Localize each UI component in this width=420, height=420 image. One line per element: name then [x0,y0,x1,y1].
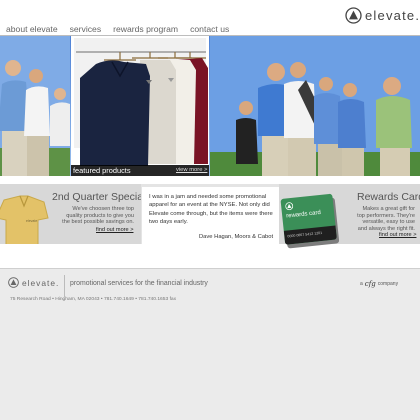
card-label: rewards card [285,209,322,220]
footer-divider [0,268,420,269]
hero-photo-collage [0,36,420,176]
hero-banner [0,36,420,176]
featured-products-label: featured products [73,166,131,175]
golfers-group-photo [210,36,420,176]
rewards-card-title: Rewards Card [357,191,420,203]
parent-company: a cfg company [360,280,398,288]
card-logo-icon [285,202,294,211]
rewards-card-find-out-more[interactable]: find out more > [379,232,416,238]
footer-brand-name: elevate. [22,277,60,288]
quarter-special-description: We've choosen three top quality products… [62,206,134,226]
testimonial-author: Dave Hagan, Moors & Cabot [199,234,274,240]
footer [0,268,420,420]
brand-name: elevate. [365,8,420,23]
parent-suffix: company [377,281,399,287]
rewards-card-description: Makes a great gift for top performers. T… [357,206,415,232]
featured-shirts-photo [71,36,209,176]
header: about elevate services rewards program c… [0,0,420,36]
logo-icon [8,277,19,288]
testimonial-quote: I was in a jam and needed some promotion… [149,194,273,226]
parent-company-logo: cfg [364,280,376,288]
footer-address: 75 Research Road • Hingham, MA 02043 • 7… [10,297,177,302]
rewards-card-image: rewards card 0000 0867 5412 1201 [280,193,341,251]
quarter-special-title: 2nd Quarter Special [52,191,141,203]
footer-tagline: promotional services for the financial i… [70,280,208,287]
golfers-left-photo [0,36,70,176]
footer-logo: elevate. [8,277,59,288]
logo-icon [345,7,362,24]
view-more-link[interactable]: view more > [176,167,207,173]
footer-vertical-divider [64,275,65,297]
quarter-special-find-out-more[interactable]: find out more > [96,227,133,233]
parent-prefix: a [360,281,363,287]
quarter-special-panel: elevate 2nd Quarter Special We've choose… [0,184,141,244]
svg-text:elevate: elevate [26,219,37,223]
brand-logo[interactable]: elevate. [345,7,420,24]
